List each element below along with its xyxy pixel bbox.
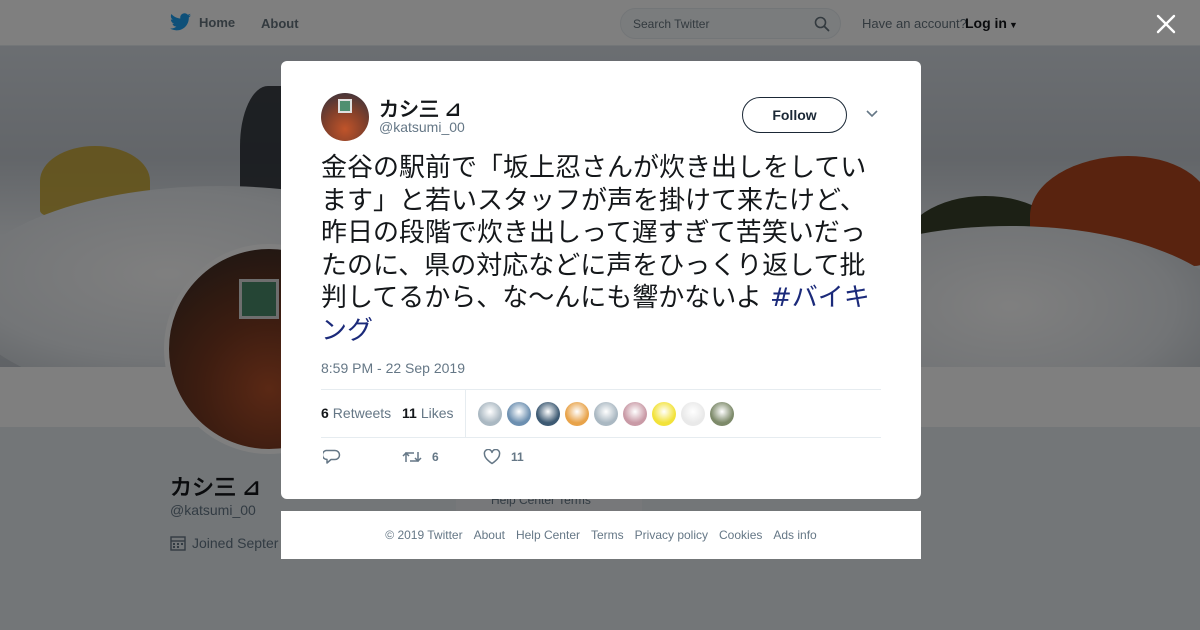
default-avatar[interactable] — [594, 402, 618, 426]
modal-footer: © 2019 Twitter About Help Center Terms Priva… — [281, 511, 921, 559]
tweet-timestamp[interactable]: 8:59 PM - 22 Sep 2019 — [321, 360, 465, 376]
close-icon[interactable] — [1155, 13, 1177, 35]
likes-stat[interactable]: 11 Likes — [402, 405, 454, 421]
like-count: 11 — [511, 450, 524, 464]
tweet-author-handle[interactable]: @katsumi_00 — [379, 119, 465, 135]
retweets-label: Retweets — [332, 405, 392, 421]
tweet-modal: カシ三 ⊿ @katsumi_00 Follow 金谷の駅前で「坂上忍さんが炊き… — [281, 61, 921, 499]
landscape-avatar[interactable] — [507, 402, 531, 426]
tweet-actions: 6 11 — [321, 449, 881, 473]
pink-avatar[interactable] — [623, 402, 647, 426]
footer-link[interactable]: About — [474, 528, 505, 542]
stats-divider — [465, 390, 466, 438]
cyclist-avatar[interactable] — [536, 402, 560, 426]
retweet-count: 6 — [432, 450, 439, 464]
footer-link[interactable]: Help Center — [516, 528, 580, 542]
like-action[interactable]: 11 — [483, 449, 524, 465]
retweets-count: 6 — [321, 405, 329, 421]
reply-action[interactable] — [323, 449, 351, 465]
heart-icon — [483, 449, 501, 465]
retweets-stat[interactable]: 6 Retweets — [321, 405, 391, 421]
footer-link[interactable]: Privacy policy — [635, 528, 708, 542]
photo-avatar[interactable] — [710, 402, 734, 426]
tweet-author-name[interactable]: カシ三 ⊿ — [379, 93, 461, 122]
follow-button[interactable]: Follow — [742, 97, 847, 133]
footer-link[interactable]: Ads info — [773, 528, 816, 542]
cat-avatar[interactable] — [565, 402, 589, 426]
dog-avatar[interactable] — [681, 402, 705, 426]
tweet-stats: 6 Retweets 11 Likes — [321, 389, 881, 438]
chick-avatar[interactable] — [652, 402, 676, 426]
likers-avatars — [478, 402, 734, 426]
retweet-icon — [402, 451, 422, 463]
likes-count: 11 — [402, 405, 417, 421]
tweet-author-avatar[interactable] — [321, 93, 369, 141]
avatar-board — [338, 99, 352, 113]
retweet-action[interactable]: 6 — [402, 449, 439, 465]
default-avatar[interactable] — [478, 402, 502, 426]
likes-label: Likes — [420, 405, 454, 421]
chevron-down-icon[interactable] — [865, 109, 879, 119]
copyright-text: © 2019 Twitter — [385, 528, 463, 542]
reply-icon — [323, 449, 341, 464]
tweet-text: 金谷の駅前で「坂上忍さんが炊き出しをしています」と若いスタッフが声を掛けて来たけ… — [321, 152, 886, 347]
footer-link[interactable]: Terms — [591, 528, 624, 542]
footer-link[interactable]: Cookies — [719, 528, 762, 542]
